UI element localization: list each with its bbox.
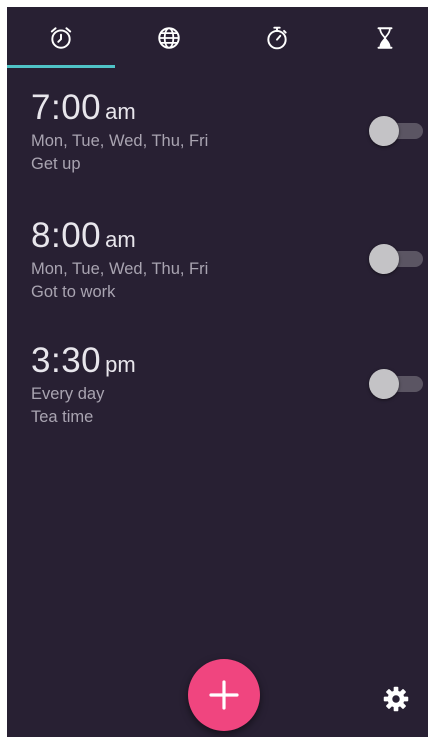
alarm-toggle[interactable] — [363, 113, 427, 149]
add-alarm-button[interactable] — [188, 659, 260, 731]
alarm-time: 3:30 pm — [31, 341, 136, 381]
alarm-item[interactable]: 8:00 am Mon, Tue, Wed, Thu, Fri Got to wo… — [7, 216, 428, 326]
tab-alarm[interactable] — [7, 7, 115, 69]
alarm-toggle[interactable] — [363, 366, 427, 402]
hourglass-icon — [377, 27, 393, 49]
alarm-repeat-days: Mon, Tue, Wed, Thu, Fri — [31, 260, 209, 278]
alarm-item[interactable]: 7:00 am Mon, Tue, Wed, Thu, Fri Get up — [7, 88, 428, 198]
alarm-time-value: 8:00 — [31, 216, 102, 255]
toggle-thumb — [369, 244, 399, 274]
tab-world-clock[interactable] — [115, 7, 223, 69]
alarm-time: 8:00 am — [31, 216, 136, 256]
alarm-time-period: pm — [105, 352, 136, 377]
alarm-item[interactable]: 3:30 pm Every day Tea time — [7, 341, 428, 451]
app-screen: 7:00 am Mon, Tue, Wed, Thu, Fri Get up 8:… — [7, 7, 428, 737]
alarm-repeat-days: Mon, Tue, Wed, Thu, Fri — [31, 132, 209, 150]
plus-icon — [209, 680, 239, 710]
alarm-time-value: 7:00 — [31, 88, 102, 127]
alarm-label: Got to work — [31, 283, 116, 301]
toggle-thumb — [369, 369, 399, 399]
alarm-toggle[interactable] — [363, 241, 427, 277]
tab-timer[interactable] — [223, 7, 331, 69]
settings-button[interactable] — [378, 681, 414, 717]
stopwatch-icon — [267, 26, 287, 50]
selected-tab-indicator — [7, 65, 115, 68]
alarm-time-period: am — [105, 227, 136, 252]
toggle-thumb — [369, 116, 399, 146]
gear-icon — [383, 686, 409, 712]
alarm-label: Tea time — [31, 408, 94, 426]
alarm-time: 7:00 am — [31, 88, 136, 128]
alarm-time-period: am — [105, 99, 136, 124]
globe-icon — [158, 27, 180, 49]
tab-bar — [7, 7, 428, 73]
alarm-clock-icon — [50, 27, 72, 49]
alarm-label: Get up — [31, 155, 81, 173]
alarm-time-value: 3:30 — [31, 341, 102, 380]
tab-stopwatch[interactable] — [331, 7, 428, 69]
alarm-repeat-days: Every day — [31, 385, 105, 403]
